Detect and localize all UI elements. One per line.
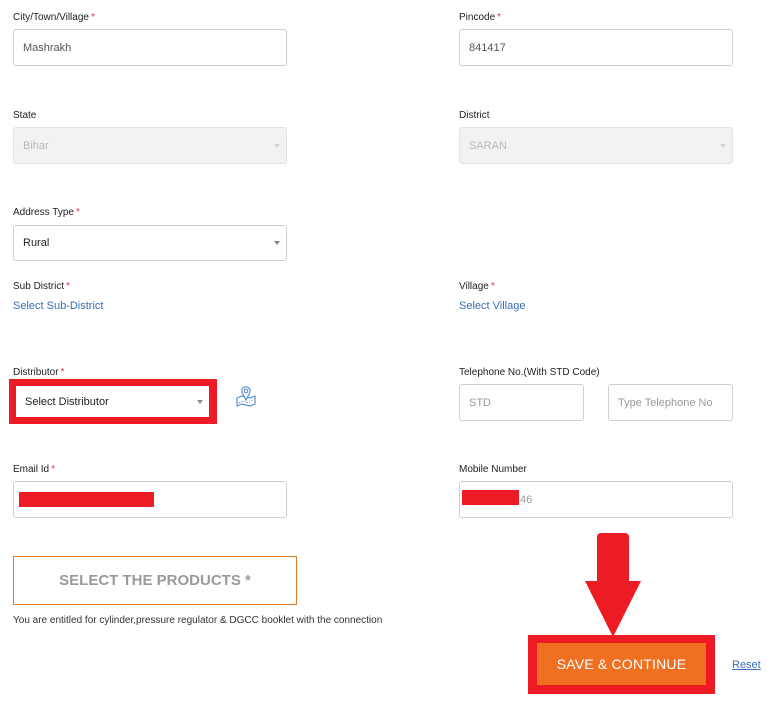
select-products-button[interactable]: SELECT THE PRODUCTS * [13,556,297,605]
email-label: Email Id * [13,464,55,475]
sub-district-label-text: Sub District [13,281,65,292]
address-type-label: Address Type * [13,207,80,218]
required-marker: * [490,281,495,292]
village-label-text: Village [459,281,489,292]
reset-link[interactable]: Reset [732,659,761,671]
std-placeholder: STD [469,396,491,409]
pincode-input[interactable]: 841417 [459,29,733,66]
address-type-select[interactable]: Rural [13,225,287,261]
district-label-text: District [459,110,490,121]
telephone-placeholder: Type Telephone No [618,396,713,409]
email-input[interactable] [13,481,287,518]
chevron-down-icon [720,143,726,148]
map-pin-icon[interactable] [234,383,258,407]
mobile-label-text: Mobile Number [459,464,527,475]
entitlement-note: You are entitled for cylinder,pressure r… [13,615,383,626]
district-value: SARAN [469,139,507,152]
distributor-label-text: Distributor [13,367,59,378]
save-continue-button[interactable]: SAVE & CONTINUE [537,643,706,685]
sub-district-label: Sub District * [13,281,70,292]
chevron-down-icon [274,143,280,148]
state-label-text: State [13,110,37,121]
chevron-down-icon [197,399,203,404]
mobile-visible-digits: 46 [520,493,533,506]
mobile-redaction [462,490,519,505]
address-type-label-text: Address Type [13,207,74,218]
telephone-label-text: Telephone No.(With STD Code) [459,367,600,378]
email-redaction [19,492,154,507]
village-label: Village * [459,281,495,292]
distributor-label: Distributor * [13,367,64,378]
email-label-text: Email Id [13,464,50,475]
required-marker: * [51,464,56,475]
telephone-number-input[interactable]: Type Telephone No [608,384,733,421]
required-marker: * [90,12,95,23]
select-village-link[interactable]: Select Village [459,300,525,312]
select-sub-district-link[interactable]: Select Sub-District [13,300,103,312]
mobile-label: Mobile Number [459,464,527,475]
required-marker: * [75,207,80,218]
state-select: Bihar [13,127,287,164]
city-label-text: City/Town/Village [13,12,89,23]
pincode-value: 841417 [469,41,506,54]
address-type-value: Rural [23,237,50,249]
std-code-input[interactable]: STD [459,384,584,421]
city-value: Mashrakh [23,41,72,54]
pincode-label: Pincode * [459,12,501,23]
distributor-select[interactable]: Select Distributor [16,386,209,417]
arrow-down-annotation-icon [584,533,642,637]
chevron-down-icon [274,241,280,245]
pincode-label-text: Pincode [459,12,496,23]
required-marker: * [66,281,71,292]
district-label: District [459,110,490,121]
required-marker: * [60,367,65,378]
city-input[interactable]: Mashrakh [13,29,287,66]
city-label: City/Town/Village * [13,12,95,23]
mobile-input[interactable]: 46 [459,481,733,518]
telephone-label: Telephone No.(With STD Code) [459,367,600,378]
district-select: SARAN [459,127,733,164]
state-value: Bihar [23,139,49,152]
required-marker: * [497,12,502,23]
state-label: State [13,110,36,121]
distributor-value: Select Distributor [25,395,109,408]
